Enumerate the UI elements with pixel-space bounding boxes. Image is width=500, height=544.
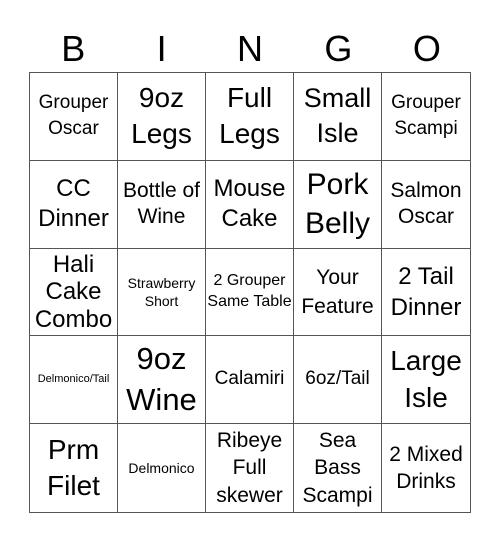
bingo-cell[interactable]: Delmonico (118, 424, 206, 512)
bingo-cell[interactable]: 9oz Wine (118, 336, 206, 425)
bingo-cell[interactable]: 2 Grouper Same Table (206, 248, 294, 337)
bingo-cell[interactable]: Grouper Scampi (382, 73, 470, 161)
bingo-cell[interactable]: CC Dinner (30, 160, 118, 249)
bingo-cell[interactable]: Prm Filet (30, 424, 118, 512)
bingo-cell[interactable]: 2 Tail Dinner (382, 249, 470, 337)
bingo-cell[interactable]: Your Feature (294, 248, 382, 337)
bingo-cell[interactable]: Bottle of Wine (118, 160, 206, 249)
bingo-cell[interactable]: 6oz/Tail (294, 336, 382, 425)
bingo-cell[interactable]: Grouper Oscar (30, 73, 118, 161)
header-letter-i: I (156, 28, 167, 69)
bingo-cell[interactable]: Strawberry Short (118, 248, 206, 337)
bingo-cell[interactable]: Sea Bass Scampi (294, 424, 382, 512)
bingo-cell[interactable]: Pork Belly (294, 160, 382, 249)
bingo-cell[interactable]: Ribeye Full skewer (206, 424, 294, 512)
bingo-cell[interactable]: Large Isle (382, 336, 470, 425)
bingo-cell[interactable]: Hali Cake Combo (30, 248, 118, 337)
bingo-grid: Grouper Oscar 9oz Legs Full Legs Small I… (29, 72, 471, 513)
header-letter-b: B (61, 28, 86, 69)
bingo-cell[interactable]: Calamiri (206, 336, 294, 425)
bingo-cell[interactable]: Small Isle (294, 73, 382, 161)
bingo-cell[interactable]: Full Legs (206, 73, 294, 161)
bingo-cell[interactable]: Salmon Oscar (382, 161, 470, 249)
bingo-cell[interactable]: 2 Mixed Drinks (382, 424, 470, 512)
header-letter-n: N (237, 28, 264, 69)
header-letter-g: G (324, 28, 353, 69)
header-letter-o: O (412, 28, 441, 69)
bingo-cell[interactable]: Delmonico/Tail (30, 336, 118, 425)
bingo-header: B I N G O (29, 26, 471, 72)
bingo-cell[interactable]: 9oz Legs (118, 73, 206, 161)
bingo-cell[interactable]: Mouse Cake (206, 160, 294, 249)
